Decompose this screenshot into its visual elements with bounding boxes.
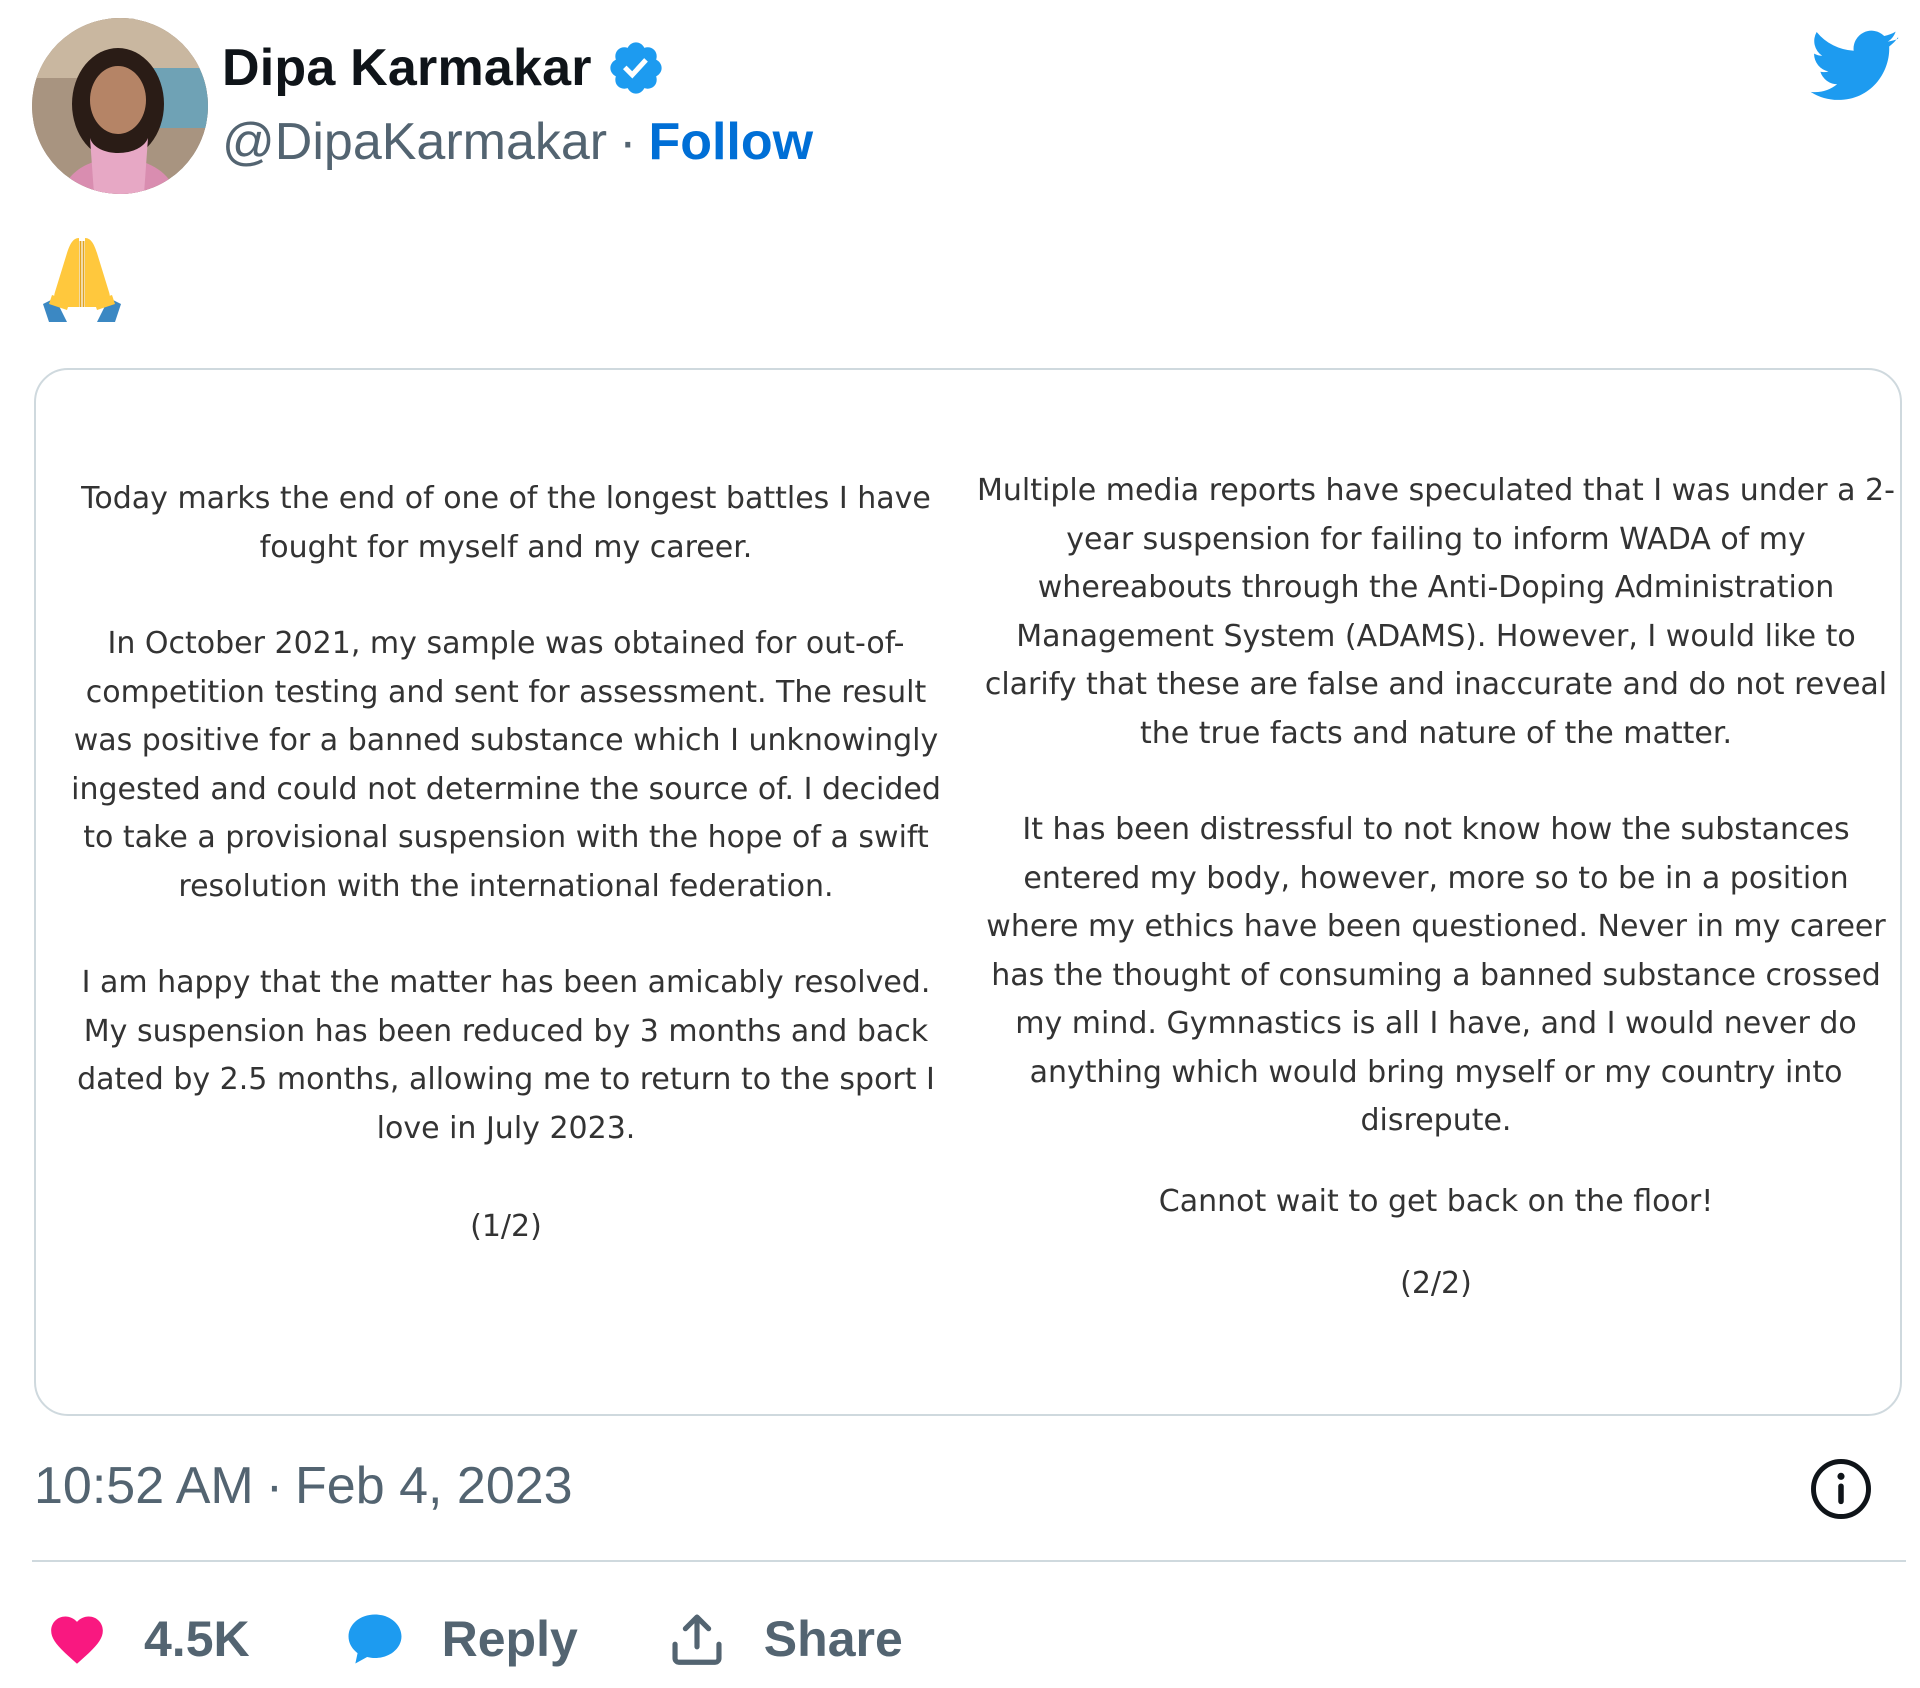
statement-paragraph: It has been distressful to not know how …: [986, 812, 1886, 1138]
statement-right-column: Multiple media reports have speculated t…: [976, 467, 1896, 1309]
handle-separator: ·: [619, 113, 637, 171]
tweet-timestamp: 10:52 AM · Feb 4, 2023: [34, 1456, 573, 1516]
twitter-bird-icon[interactable]: [1810, 30, 1900, 104]
author-handle-row: @DipaKarmakar · Follow: [222, 112, 813, 172]
reply-label: Reply: [441, 1611, 578, 1667]
follow-button[interactable]: Follow: [648, 112, 813, 172]
statement-paragraph: I am happy that the matter has been amic…: [77, 965, 935, 1146]
share-upload-icon: [666, 1608, 728, 1670]
statement-paragraph: Multiple media reports have speculated t…: [977, 473, 1895, 751]
share-button[interactable]: Share: [666, 1608, 903, 1670]
display-name[interactable]: Dipa Karmakar: [222, 38, 592, 98]
statement-closing: Cannot wait to get back on the floor!: [1158, 1183, 1714, 1219]
statement-paragraph: Today marks the end of one of the longes…: [81, 481, 931, 565]
statement-paragraph: In October 2021, my sample was obtained …: [71, 626, 941, 904]
folded-hands-emoji: [34, 232, 130, 328]
timestamp-separator: ·: [265, 1457, 284, 1515]
attached-image[interactable]: Today marks the end of one of the longes…: [34, 368, 1902, 1416]
likes-count: 4.5K: [144, 1611, 250, 1667]
tweet-date[interactable]: Feb 4, 2023: [295, 1456, 573, 1516]
statement-left-column: Today marks the end of one of the longes…: [56, 475, 956, 1252]
info-icon[interactable]: [1808, 1456, 1874, 1522]
verified-badge-icon: [606, 38, 666, 98]
page-marker: (2/2): [1400, 1266, 1472, 1301]
share-label: Share: [763, 1611, 903, 1667]
page-marker: (1/2): [470, 1209, 542, 1244]
avatar-photo: [32, 18, 208, 194]
heart-icon: [46, 1608, 108, 1670]
divider: [32, 1560, 1906, 1562]
like-button[interactable]: 4.5K: [46, 1608, 250, 1670]
action-bar: 4.5K Reply Share: [46, 1604, 903, 1674]
avatar[interactable]: [32, 18, 208, 194]
author-handle[interactable]: @DipaKarmakar: [222, 112, 607, 172]
author-name-row: Dipa Karmakar: [222, 38, 666, 98]
speech-bubble-icon: [344, 1608, 406, 1670]
reply-button[interactable]: Reply: [344, 1608, 578, 1670]
tweet-time[interactable]: 10:52 AM: [34, 1456, 254, 1516]
